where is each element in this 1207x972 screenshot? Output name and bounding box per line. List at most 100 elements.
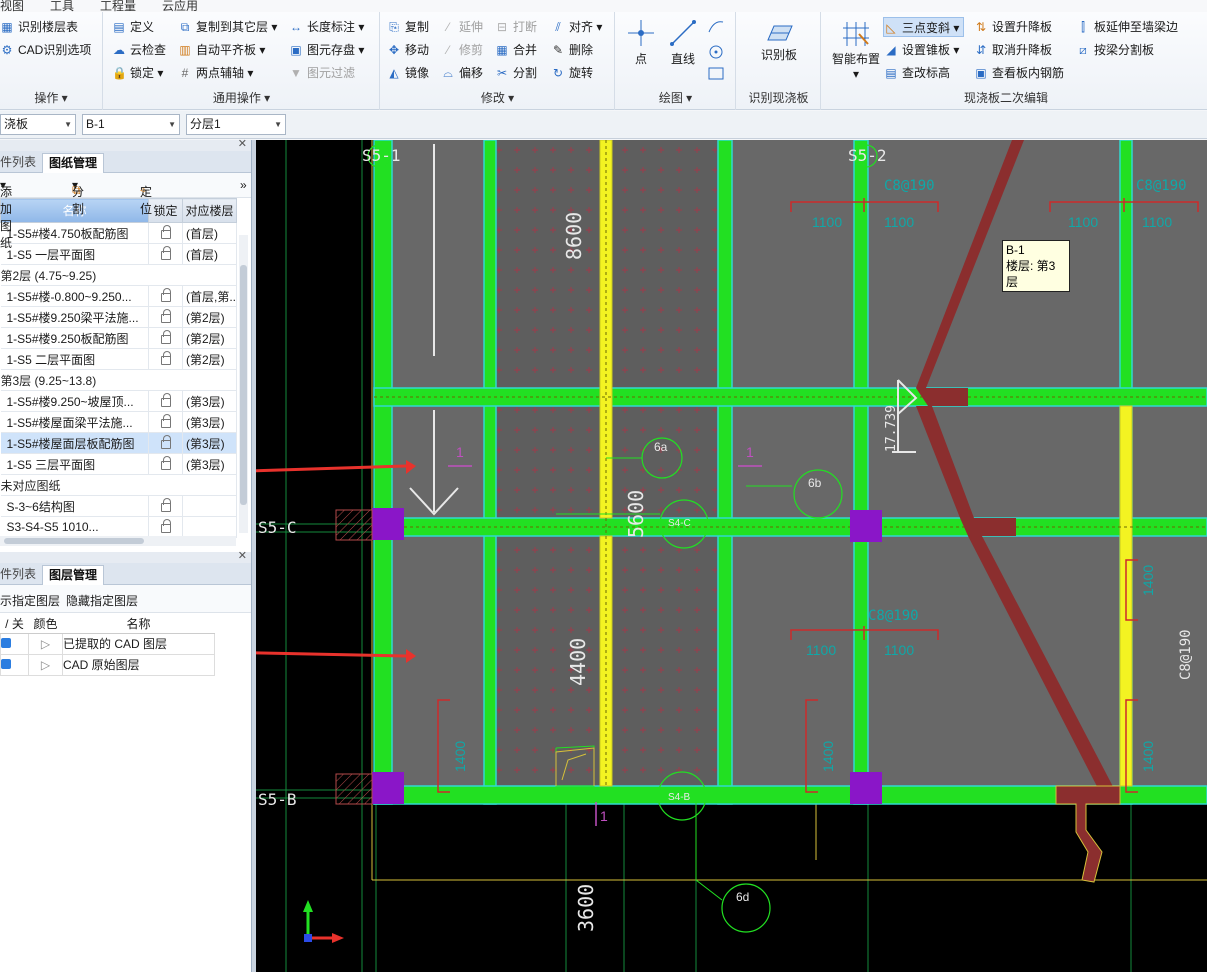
extend-slab-to-wall-button[interactable]: ⫿ 板延伸至墙梁边 — [1076, 17, 1178, 37]
lock-button[interactable]: 🔒 锁定 ▾ — [112, 63, 163, 83]
drawing-lock-cell[interactable] — [148, 327, 183, 349]
layer-row[interactable]: ▷ CAD 原始图层 — [0, 653, 215, 676]
drawing-lock-cell[interactable] — [148, 222, 183, 244]
drawing-lock-cell[interactable] — [148, 516, 183, 538]
draw-shape-icons[interactable] — [706, 18, 726, 82]
copy-button[interactable]: ⎘ 复制 — [387, 17, 429, 37]
tab-drawing-management[interactable]: 图纸管理 — [42, 153, 105, 173]
cad-options-button[interactable]: ⚙ CAD识别选项 — [0, 40, 92, 60]
drawing-row[interactable]: 1-S5#楼9.250梁平法施... (第2层) — [0, 306, 237, 328]
split-button[interactable]: ✂ 分割 — [495, 63, 537, 83]
tab-layer-management[interactable]: 图层管理 — [42, 565, 105, 585]
menu-quantity[interactable]: 工程量 — [100, 0, 136, 12]
drawing-lock-cell[interactable] — [148, 390, 183, 412]
element-type-select[interactable]: 浇板 ▼ — [0, 114, 76, 135]
show-layer-button[interactable]: 示指定图层 — [0, 592, 60, 609]
smart-layout-button[interactable]: 智能布置 ▾ — [828, 20, 884, 81]
lock-icon[interactable] — [160, 456, 171, 470]
extend-button[interactable]: ⁄ 延伸 — [441, 17, 483, 37]
drawing-lock-cell[interactable] — [148, 285, 183, 307]
merge-button[interactable]: ▦ 合并 — [495, 40, 537, 60]
scroll-thumb[interactable] — [240, 265, 247, 505]
slab-panels[interactable] — [392, 140, 1207, 786]
hide-layer-button[interactable]: 隐藏指定图层 — [66, 592, 138, 609]
checkbox-checked-icon[interactable] — [1, 637, 11, 648]
trim-button[interactable]: ⁄ 修剪 — [441, 40, 483, 60]
split-slab-by-beam-button[interactable]: ⧄ 按梁分割板 — [1076, 40, 1154, 60]
col-layer-name[interactable]: 名称 — [62, 615, 215, 634]
check-elevation-button[interactable]: ▤ 查改标高 — [884, 63, 950, 83]
drawing-lock-cell[interactable] — [148, 495, 183, 517]
line-button[interactable]: 直线 — [666, 18, 700, 67]
drawing-lock-cell[interactable] — [148, 243, 183, 265]
layer-row[interactable]: ▷ 已提取的 CAD 图层 — [0, 632, 215, 655]
drawing-lock-cell[interactable] — [148, 432, 183, 454]
expand-icon[interactable]: ▷ — [28, 653, 63, 676]
drawing-row[interactable]: 1-S5 二层平面图 (第2层) — [0, 348, 237, 370]
element-name-select[interactable]: B-1 ▼ — [82, 114, 180, 135]
lock-icon[interactable] — [160, 414, 171, 428]
add-drawing-button[interactable]: 添加图纸 ▾ — [0, 178, 12, 250]
length-dimension-button[interactable]: ↔ 长度标注 ▾ — [289, 17, 364, 37]
drawing-lock-cell[interactable] — [148, 348, 183, 370]
cancel-raise-lower-button[interactable]: ⇵ 取消升降板 — [974, 40, 1052, 60]
floor-group-row[interactable]: 第3层 (9.25~13.8) — [0, 369, 237, 391]
delete-button[interactable]: ✎ 删除 — [551, 40, 593, 60]
lock-icon[interactable] — [160, 435, 171, 449]
col-color[interactable]: 颜色 — [28, 615, 63, 634]
lock-icon[interactable] — [160, 330, 171, 344]
drawing-row[interactable]: S-3~6结构图 — [0, 495, 237, 517]
split-drawing-button[interactable]: ⧉ 分割 ▾ — [72, 178, 84, 216]
drawing-row[interactable]: 1-S5#楼9.250~坡屋顶... (第3层) — [0, 390, 237, 412]
drawing-row[interactable]: 1-S5#楼9.250板配筋图 (第2层) — [0, 327, 237, 349]
drawing-lock-cell[interactable] — [148, 306, 183, 328]
identify-slab-button[interactable]: 识别板 — [743, 22, 815, 63]
set-cone-slab-button[interactable]: ◢ 设置锥板 ▾ — [884, 40, 959, 60]
tab-element-list[interactable]: 件列表 — [0, 565, 42, 585]
drawing-row[interactable]: 1-S5 三层平面图 (第3层) — [0, 453, 237, 475]
layer-split-select[interactable]: 分层1 ▼ — [186, 114, 286, 135]
tab-element-list[interactable]: 件列表 — [0, 153, 42, 173]
lock-icon[interactable] — [160, 393, 171, 407]
two-point-axis-button[interactable]: # 两点辅轴 ▾ — [178, 63, 254, 83]
three-point-slope-button[interactable]: ◺ 三点变斜 ▾ — [883, 17, 965, 37]
menu-view[interactable]: 视图 — [0, 0, 24, 12]
more-icon[interactable]: » — [240, 178, 247, 192]
menu-cloud[interactable]: 云应用 — [162, 0, 198, 12]
col-lock[interactable]: 锁定 — [148, 198, 183, 223]
drawing-row[interactable]: 1-S5 一层平面图 (首层) — [0, 243, 237, 265]
floor-group-row[interactable]: 未对应图纸 — [0, 474, 237, 496]
drawing-row[interactable]: 1-S5#楼4.750板配筋图 (首层) — [0, 222, 237, 244]
lock-icon[interactable] — [160, 246, 171, 260]
col-onoff[interactable]: / 关 — [0, 615, 29, 634]
copy-to-floor-button[interactable]: ⧉ 复制到其它层 ▾ — [178, 17, 278, 37]
drawing-row[interactable]: 1-S5#楼屋面层板配筋图 (第3层) — [0, 432, 237, 454]
set-raise-lower-slab-button[interactable]: ⇅ 设置升降板 — [974, 17, 1052, 37]
floor-group-row[interactable]: 第2层 (4.75~9.25) — [0, 264, 237, 286]
point-button[interactable]: 点 — [624, 18, 658, 67]
drawing-row[interactable]: 1-S5#楼屋面梁平法施... (第3层) — [0, 411, 237, 433]
rotate-button[interactable]: ↻ 旋转 — [551, 63, 593, 83]
view-slab-rebar-button[interactable]: ▣ 查看板内钢筋 — [974, 63, 1064, 83]
lock-icon[interactable] — [160, 519, 171, 533]
identify-floor-table-button[interactable]: ▦ 识别楼层表 — [0, 17, 78, 37]
lock-icon[interactable] — [160, 351, 171, 365]
define-button[interactable]: ▤ 定义 — [112, 17, 154, 37]
break-button[interactable]: ⊟ 打断 — [495, 17, 537, 37]
drawing-scrollbar[interactable] — [239, 235, 248, 533]
close-icon[interactable]: ✕ — [238, 549, 247, 562]
drawing-row[interactable]: S3-S4-S5 1010... — [0, 516, 237, 538]
lock-icon[interactable] — [160, 225, 171, 239]
drawing-row[interactable]: 1-S5#楼-0.800~9.250... (首层,第... — [0, 285, 237, 307]
element-save-button[interactable]: ▣ 图元存盘 ▾ — [289, 40, 364, 60]
align-button[interactable]: ⫽ 对齐 ▾ — [551, 17, 602, 37]
drawing-lock-cell[interactable] — [148, 411, 183, 433]
lock-icon[interactable] — [160, 309, 171, 323]
cad-drawing-canvas[interactable]: S5-1 S5-2 S5-C S5-B 8600 5600 4400 3600 … — [256, 140, 1207, 972]
col-floor[interactable]: 对应楼层 — [182, 198, 237, 223]
cloud-check-button[interactable]: ☁ 云检查 — [112, 40, 166, 60]
mirror-button[interactable]: ◭ 镜像 — [387, 63, 429, 83]
element-filter-button[interactable]: ▼ 图元过滤 — [289, 63, 355, 83]
drawing-lock-cell[interactable] — [148, 453, 183, 475]
menu-tools[interactable]: 工具 — [50, 0, 74, 12]
